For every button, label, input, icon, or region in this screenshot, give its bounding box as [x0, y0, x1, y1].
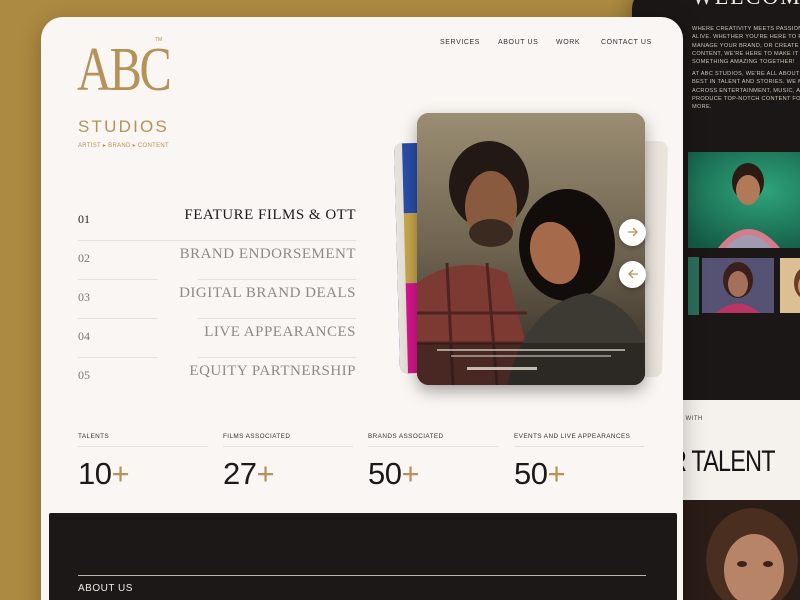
service-number: 04: [78, 329, 90, 343]
talent-photo[interactable]: [688, 257, 699, 315]
service-item-equity-partnership[interactable]: 05 EQUITY PARTNERSHIP: [78, 358, 356, 397]
stat-caption: TALENTS: [78, 433, 110, 440]
stat-value: 50+: [514, 456, 566, 491]
talent-photo[interactable]: [688, 152, 800, 248]
carousel-prev-button[interactable]: [619, 261, 646, 288]
talent-photo[interactable]: [682, 500, 800, 600]
main-page: ABC TM STUDIOS ARTIST ▸ BRAND ▸ CONTENT …: [41, 17, 683, 600]
welcome-heading: WELCOME: [692, 0, 800, 10]
stat-brands: BRANDS ASSOCIATED 50+: [368, 433, 498, 492]
divider: [223, 446, 353, 447]
nav-services[interactable]: SERVICES: [440, 39, 480, 46]
welcome-paragraph: WHERE CREATIVITY MEETS PASSION, AN ALIVE…: [692, 26, 800, 66]
abc-studios-logo[interactable]: ABC TM STUDIOS ARTIST ▸ BRAND ▸ CONTENT: [77, 36, 172, 153]
nav-contact-us[interactable]: CONTACT US: [601, 39, 652, 46]
service-label: BRAND ENDORSEMENT: [179, 246, 356, 262]
service-label: EQUITY PARTNERSHIP: [189, 363, 356, 379]
stat-value: 27+: [223, 456, 275, 491]
stat-value: 50+: [368, 456, 420, 491]
divider: [514, 446, 644, 447]
about-us-heading[interactable]: ABOUT US: [78, 583, 133, 594]
service-number: 03: [78, 290, 90, 304]
service-label: LIVE APPEARANCES: [204, 324, 356, 340]
logo-wordmark: STUDIOS: [78, 117, 169, 136]
divider: [368, 446, 498, 447]
nav-about-us[interactable]: ABOUT US: [498, 39, 538, 46]
talent-heading: R TALENT: [670, 445, 776, 478]
divider: [78, 575, 646, 576]
service-label: FEATURE FILMS & OTT: [184, 207, 356, 223]
service-number: 01: [78, 212, 90, 226]
stat-caption: EVENTS AND LIVE APPEARANCES: [514, 433, 631, 440]
talent-photo[interactable]: [702, 258, 774, 313]
stat-talents: TALENTS 10+: [78, 433, 208, 492]
service-number: 05: [78, 368, 90, 382]
logo-tagline: ARTIST ▸ BRAND ▸ CONTENT: [78, 143, 170, 149]
stat-caption: FILMS ASSOCIATED: [223, 433, 291, 440]
divider: [78, 446, 208, 447]
stat-films: FILMS ASSOCIATED 27+: [223, 433, 353, 492]
service-label: DIGITAL BRAND DEALS: [179, 285, 356, 301]
nav-work[interactable]: WORK: [556, 39, 580, 46]
about-paragraph: AT ABC STUDIOS, WE'RE ALL ABOUT BRI BEST…: [692, 71, 800, 111]
arrow-right-icon: [627, 224, 639, 242]
arrow-left-icon: [627, 266, 639, 284]
service-item-live-appearances[interactable]: 04 LIVE APPEARANCES: [78, 319, 356, 358]
stat-caption: BRANDS ASSOCIATED: [368, 433, 444, 440]
carousel-next-button[interactable]: [619, 219, 646, 246]
service-item-brand-endorsement[interactable]: 02 BRAND ENDORSEMENT: [78, 241, 356, 280]
stat-events: EVENTS AND LIVE APPEARANCES 50+: [514, 433, 644, 492]
featured-film-poster[interactable]: [417, 113, 645, 385]
logo-mark: ABC: [77, 36, 172, 104]
service-number: 02: [78, 251, 90, 265]
talent-photo[interactable]: [780, 258, 800, 313]
logo-trademark: TM: [155, 37, 163, 43]
about-section: ABOUT US: [49, 513, 677, 600]
service-item-digital-brand-deals[interactable]: 03 DIGITAL BRAND DEALS: [78, 280, 356, 319]
stat-value: 10+: [78, 456, 130, 491]
service-item-feature-films[interactable]: 01 FEATURE FILMS & OTT: [78, 202, 356, 241]
